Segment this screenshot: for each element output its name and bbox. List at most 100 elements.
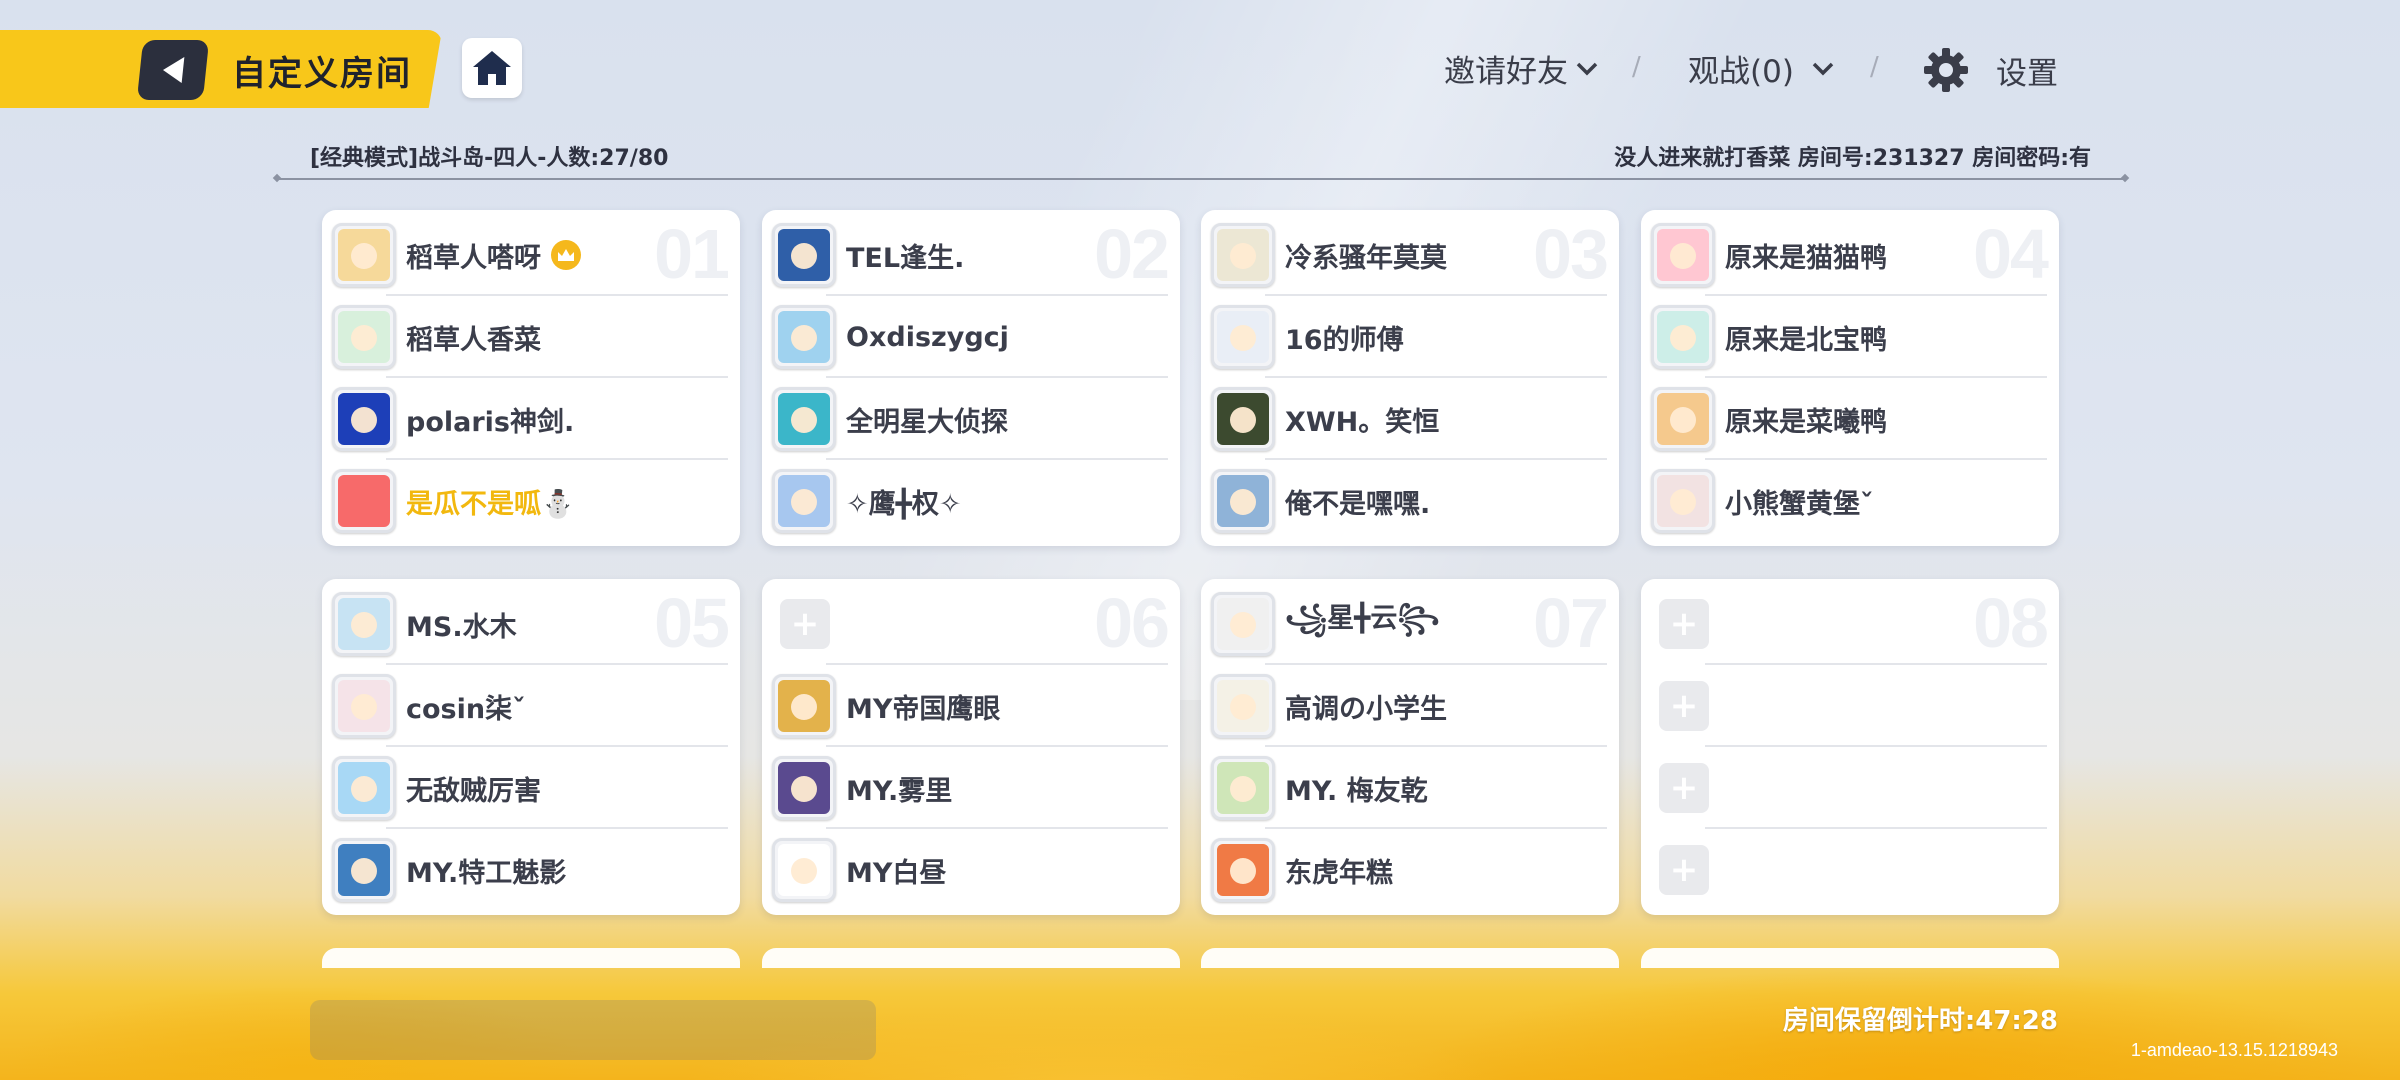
team-card: 04 原来是猫猫鸭 原来是北宝鸭 原来是菜曦鸭 小熊蟹黄堡ˇ <box>1641 210 2059 546</box>
chevron-down-icon <box>1812 62 1834 75</box>
player-slot[interactable]: MY帝国鹰眼 <box>772 665 1170 747</box>
player-slot[interactable]: 高调の小学生 <box>1211 665 1609 747</box>
team-card: 06 + MY帝国鹰眼 MY.雾里 MY白昼 <box>762 579 1180 915</box>
empty-slot[interactable]: + <box>1651 583 2049 665</box>
player-slot[interactable]: polaris神剑. <box>332 378 730 460</box>
player-name: 高调の小学生 <box>1285 693 1447 725</box>
player-name: 全明星大侦探 <box>846 406 1008 438</box>
player-slot[interactable]: ✧鹰╋权✧ <box>772 460 1170 542</box>
chat-input-bar[interactable] <box>310 1000 876 1060</box>
plus-icon: + <box>780 599 830 649</box>
player-name: ✧鹰╋权✧ <box>846 488 962 520</box>
home-button[interactable] <box>462 38 522 98</box>
team-card: 01 稻草人嗒呀 稻草人香菜 polaris神剑. 是瓜不是呱⛄ <box>322 210 740 546</box>
gear-icon <box>1924 48 1968 92</box>
avatar <box>1211 469 1275 533</box>
header-divider <box>276 178 2126 180</box>
avatar <box>1211 223 1275 287</box>
player-slot[interactable]: 原来是北宝鸭 <box>1651 296 2049 378</box>
team-card-partial <box>1201 948 1619 968</box>
team-card-partial <box>762 948 1180 968</box>
avatar <box>1651 469 1715 533</box>
room-mode-info: [经典模式]战斗岛-四人-人数:27/80 <box>310 146 669 171</box>
player-name: MY.雾里 <box>846 775 953 807</box>
avatar <box>1651 305 1715 369</box>
avatar <box>332 305 396 369</box>
player-name: 原来是北宝鸭 <box>1725 324 1887 356</box>
avatar <box>1211 387 1275 451</box>
room-details: 没人进来就打香菜 房间号:231327 房间密码:有 <box>1614 146 2091 171</box>
player-slot[interactable]: 东虎年糕 <box>1211 829 1609 911</box>
player-slot[interactable]: 俺不是嘿嘿. <box>1211 460 1609 542</box>
avatar <box>772 674 836 738</box>
player-name: 稻草人香菜 <box>406 324 541 356</box>
player-slot[interactable]: 稻草人香菜 <box>332 296 730 378</box>
player-slot[interactable]: MY. 梅友乾 <box>1211 747 1609 829</box>
player-slot[interactable]: 小熊蟹黄堡ˇ <box>1651 460 2049 542</box>
player-slot[interactable]: MY白昼 <box>772 829 1170 911</box>
player-name: 16的师傅 <box>1285 324 1404 356</box>
empty-slot[interactable]: + <box>1651 747 2049 829</box>
avatar <box>332 223 396 287</box>
player-name: 是瓜不是呱⛄ <box>406 488 575 520</box>
avatar <box>332 674 396 738</box>
room-countdown: 房间保留倒计时:47:28 <box>1782 1006 2058 1036</box>
avatar <box>772 305 836 369</box>
avatar <box>772 469 836 533</box>
chevron-down-icon <box>1576 62 1598 75</box>
player-slot[interactable]: MY.特工魅影 <box>332 829 730 911</box>
player-name: 小熊蟹黄堡ˇ <box>1725 488 1874 520</box>
spectate-label: 观战(0) <box>1688 54 1794 90</box>
team-card: 03 冷系骚年莫莫 16的师傅 XWH。笑恒 俺不是嘿嘿. <box>1201 210 1619 546</box>
player-slot[interactable]: Oxdiszygcj <box>772 296 1170 378</box>
avatar <box>1651 387 1715 451</box>
player-slot[interactable]: XWH。笑恒 <box>1211 378 1609 460</box>
team-card: 05 MS.水木 cosin柒ˇ 无敌贼厉害 MY.特工魅影 <box>322 579 740 915</box>
team-card: 07 ꧁星╋云꧂ 高调の小学生 MY. 梅友乾 东虎年糕 <box>1201 579 1619 915</box>
player-name: TEL逢生. <box>846 242 965 274</box>
player-slot[interactable]: 稻草人嗒呀 <box>332 214 730 296</box>
player-name: 原来是菜曦鸭 <box>1725 406 1887 438</box>
settings-button[interactable]: 设置 <box>1922 46 2058 94</box>
player-name: 无敌贼厉害 <box>406 775 541 807</box>
player-slot[interactable]: 无敌贼厉害 <box>332 747 730 829</box>
player-name: polaris神剑. <box>406 406 575 438</box>
player-slot[interactable]: 16的师傅 <box>1211 296 1609 378</box>
plus-icon: + <box>1659 599 1709 649</box>
player-name: XWH。笑恒 <box>1285 406 1440 438</box>
plus-icon: + <box>1659 845 1709 895</box>
team-card-partial <box>322 948 740 968</box>
team-card: 08 + + + + <box>1641 579 2059 915</box>
player-slot[interactable]: ꧁星╋云꧂ <box>1211 583 1609 665</box>
avatar <box>772 838 836 902</box>
avatar <box>1211 756 1275 820</box>
player-slot[interactable]: MY.雾里 <box>772 747 1170 829</box>
player-slot[interactable]: cosin柒ˇ <box>332 665 730 747</box>
spectate-dropdown[interactable]: 观战(0) <box>1688 46 1834 91</box>
empty-slot[interactable]: + <box>772 583 1170 665</box>
player-slot[interactable]: 原来是菜曦鸭 <box>1651 378 2049 460</box>
player-name: 东虎年糕 <box>1285 857 1393 889</box>
player-slot[interactable]: TEL逢生. <box>772 214 1170 296</box>
player-slot[interactable]: MS.水木 <box>332 583 730 665</box>
avatar <box>1651 223 1715 287</box>
empty-slot[interactable]: + <box>1651 829 2049 911</box>
player-slot[interactable]: 冷系骚年莫莫 <box>1211 214 1609 296</box>
avatar <box>332 469 396 533</box>
empty-slot[interactable]: + <box>1651 665 2049 747</box>
version-label: 1-amdeao-13.15.1218943 <box>2130 1040 2338 1060</box>
player-slot[interactable]: 是瓜不是呱⛄ <box>332 460 730 542</box>
back-button[interactable] <box>136 40 210 100</box>
player-name: 原来是猫猫鸭 <box>1725 242 1887 274</box>
divider: / <box>1870 52 1879 82</box>
home-icon <box>473 51 511 85</box>
player-name: MS.水木 <box>406 611 517 643</box>
player-slot[interactable]: 全明星大侦探 <box>772 378 1170 460</box>
invite-friends-dropdown[interactable]: 邀请好友 <box>1444 46 1598 91</box>
plus-icon: + <box>1659 763 1709 813</box>
page-title: 自定义房间 <box>232 54 412 94</box>
avatar <box>1211 838 1275 902</box>
player-name: Oxdiszygcj <box>846 321 1009 353</box>
player-slot[interactable]: 原来是猫猫鸭 <box>1651 214 2049 296</box>
avatar <box>1211 305 1275 369</box>
